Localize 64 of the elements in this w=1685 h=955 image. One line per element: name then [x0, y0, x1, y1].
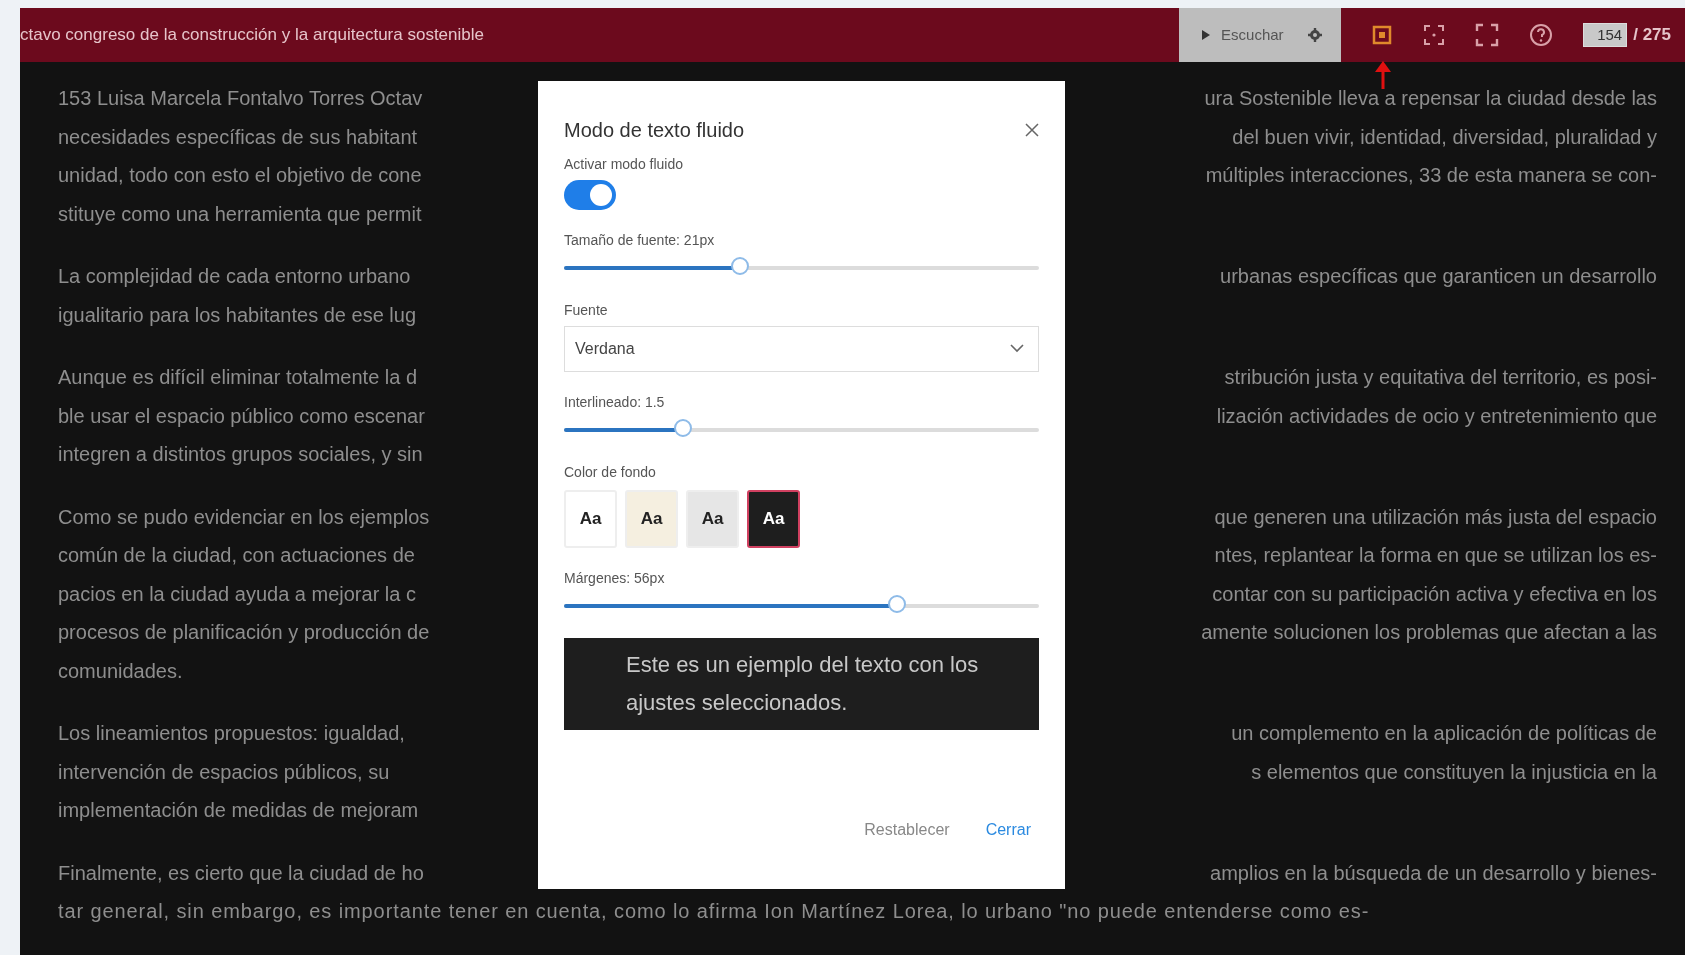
- section-label: Color de fondo: [564, 463, 656, 480]
- focus-icon[interactable]: [1423, 23, 1446, 46]
- body-text-line: amente solucionen los problemas que afectan a las: [1201, 621, 1657, 645]
- slider-thumb[interactable]: [887, 594, 906, 613]
- body-text-line: ura Sostenible lleva a repensar la ciudad desde las: [1204, 87, 1657, 111]
- arrow-annotation: [1374, 60, 1392, 90]
- close-button[interactable]: Cerrar: [977, 816, 1039, 843]
- toggle-switch[interactable]: [564, 179, 616, 210]
- body-text-line: múltiples interacciones, 33 de esta manera se con-: [1205, 164, 1657, 188]
- body-text-line: implementación de medidas de mejoram: [58, 799, 419, 823]
- listen-button[interactable]: Escuchar: [1197, 22, 1288, 48]
- body-text-line: contar con su participación activa y efectiva en los: [1212, 582, 1657, 606]
- font-select[interactable]: Verdana: [564, 325, 1039, 372]
- page-number-field[interactable]: 154: [1583, 22, 1628, 47]
- body-text-line: integren a distintos grupos sociales, y sin: [58, 443, 423, 467]
- body-text-line: ble usar el espacio público como escenar: [58, 404, 425, 428]
- document-title: ctavo congreso de la construcción y la arquitectura sostenible: [20, 24, 484, 45]
- body-text-line: Los lineamientos propuestos: igualdad,: [58, 722, 405, 746]
- preview-text: Este es un ejemplo del texto con los ajustes seleccionados.: [564, 637, 1039, 730]
- play-icon: [1201, 28, 1212, 41]
- dialog-title: Modo de texto fluido: [564, 118, 745, 142]
- background-color-option[interactable]: Aa: [564, 489, 617, 548]
- fullscreen-icon[interactable]: [1475, 22, 1500, 47]
- slider-thumb[interactable]: [730, 256, 749, 275]
- body-text-line: La complejidad de cada entorno urbano: [58, 265, 411, 289]
- background-color-option[interactable]: Aa: [625, 489, 678, 548]
- page-total: / 275: [1633, 24, 1671, 45]
- settings-icon[interactable]: [1307, 26, 1324, 43]
- body-text-line: stribución justa y equitativa del territorio, es posi-: [1224, 366, 1657, 390]
- body-text-line: ntes, replantear la forma en que se utilizan los es-: [1214, 544, 1657, 568]
- reset-button[interactable]: Restablecer: [856, 816, 958, 843]
- slider-label: Márgenes: 56px: [564, 569, 665, 586]
- body-text-line: procesos de planificación y producción de: [58, 621, 430, 645]
- slider-thumb[interactable]: [673, 418, 692, 437]
- body-text-line: común de la ciudad, con actuaciones de: [58, 544, 415, 568]
- background-color-option[interactable]: Aa: [686, 489, 739, 548]
- body-text-line: s elementos que constituyen la injusticia en la: [1251, 760, 1657, 784]
- help-icon[interactable]: [1529, 22, 1554, 47]
- body-text-line: stituye como una herramienta que permit: [58, 202, 422, 226]
- body-text-line: Como se pudo evidenciar en los ejemplos: [58, 505, 430, 529]
- body-text-line: tar general, sin embargo, es importante tener en cuenta, como lo afirma Ion Martínez Lorea, lo urbano "no puede entenderse como es-: [58, 900, 1370, 924]
- body-text-line: lización actividades de ocio y entretenimiento que: [1216, 404, 1657, 428]
- body-text-line: unidad, todo con esto el objetivo de cone: [58, 164, 422, 188]
- body-text-line: Finalmente, es cierto que la ciudad de ho: [58, 861, 424, 885]
- slider-label: Interlineado: 1.5: [564, 393, 665, 410]
- field-label: Fuente: [564, 301, 608, 318]
- slider-label: Tamaño de fuente: 21px: [564, 231, 715, 248]
- close-icon[interactable]: [1025, 123, 1039, 137]
- toggle-label: Activar modo fluido: [564, 155, 684, 172]
- body-text-line: un complemento en la aplicación de políticas de: [1231, 722, 1657, 746]
- body-text-line: urbanas específicas que garanticen un desarrollo: [1220, 265, 1657, 289]
- body-text-line: intervención de espacios públicos, su: [58, 760, 390, 784]
- body-text-line: del buen vivir, identidad, diversidad, pluralidad y: [1232, 125, 1657, 149]
- body-text-line: Aunque es difícil eliminar totalmente la d: [58, 366, 418, 390]
- body-text-line: comunidades.: [58, 659, 183, 683]
- body-text-line: igualitario para los habitantes de ese lug: [58, 303, 417, 327]
- body-text-line: amplios en la búsqueda de un desarrollo y bienes-: [1210, 861, 1657, 885]
- body-text-line: 153 Luisa Marcela Fontalvo Torres Octav: [58, 87, 423, 111]
- chevron-down-icon: [1010, 344, 1024, 353]
- body-text-line: que generen una utilización más justa del espacio: [1214, 505, 1657, 529]
- body-text-line: necesidades específicas de sus habitant: [58, 125, 418, 149]
- background-color-option[interactable]: Aa: [747, 489, 800, 548]
- body-text-line: pacios en la ciudad ayuda a mejorar la c: [58, 582, 416, 606]
- fluid-text-icon[interactable]: [1371, 23, 1394, 46]
